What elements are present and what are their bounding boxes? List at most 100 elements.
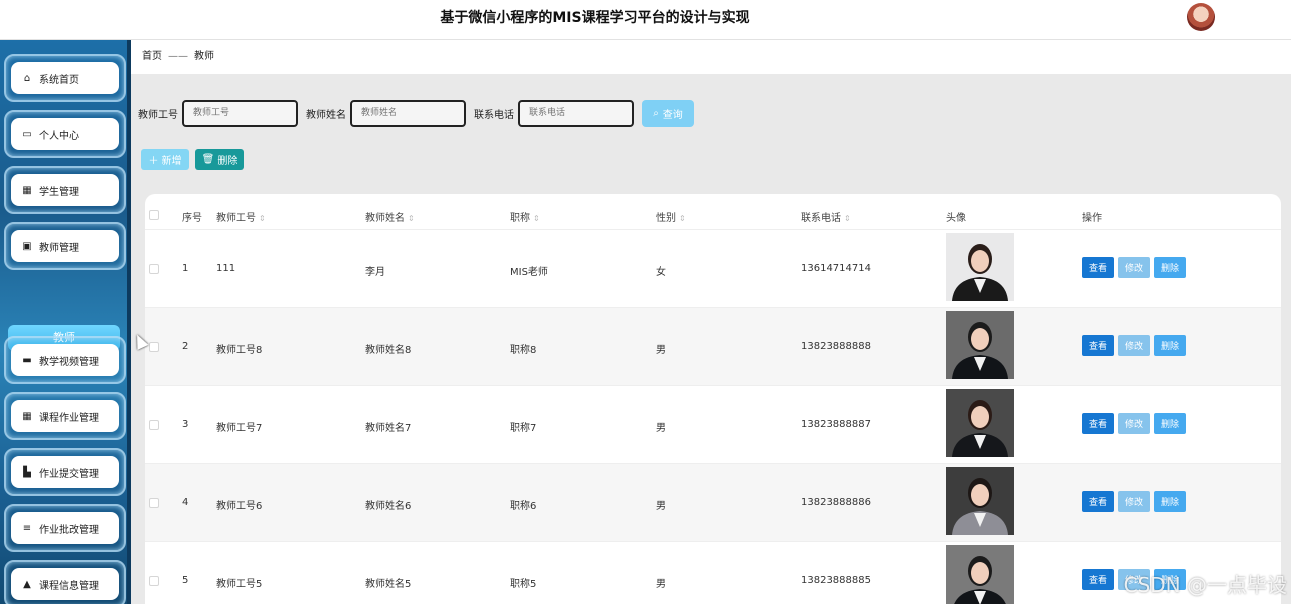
plus-icon: ＋	[148, 156, 159, 167]
sidebar-item-body: ▬ 教学视频管理	[11, 344, 119, 376]
col-title[interactable]: 职称 ⇕	[510, 209, 540, 224]
sidebar-item-8[interactable]: ≡ 作业批改管理	[4, 504, 126, 552]
sidebar-item-1[interactable]: ⌂ 系统首页	[4, 54, 126, 102]
id-card-icon: ▭	[22, 128, 32, 140]
delete-button[interactable]: 删除	[1154, 491, 1186, 512]
sort-icon: ⇕	[533, 214, 540, 223]
row-checkbox[interactable]	[149, 264, 159, 274]
row-checkbox[interactable]	[149, 342, 159, 352]
row-checkbox[interactable]	[149, 498, 159, 508]
sidebar-item-body: ▦ 学生管理	[11, 174, 119, 206]
edit-button[interactable]: 修改	[1118, 335, 1150, 356]
row-actions: 查看 修改 删除	[1082, 257, 1186, 278]
sidebar-item-body: ⌂ 系统首页	[11, 62, 119, 94]
select-all-checkbox[interactable]	[149, 210, 159, 220]
cell-teacher-name: 教师姓名6	[365, 501, 412, 512]
cell-phone: 13614714714	[801, 263, 871, 274]
view-button[interactable]: 查看	[1082, 257, 1114, 278]
breadcrumb-current: 教师	[194, 51, 214, 62]
monitor-icon: ▬	[22, 354, 32, 366]
sidebar-item-4[interactable]: ▣ 教师管理	[4, 222, 126, 270]
sidebar-item-6[interactable]: ▦ 课程作业管理	[4, 392, 126, 440]
teacher-table: 序号 教师工号 ⇕ 教师姓名 ⇕ 职称 ⇕ 性别 ⇕ 联系电话 ⇕ 头像 操作 1 111 李…	[145, 194, 1281, 604]
edit-button[interactable]: 修改	[1118, 257, 1150, 278]
sidebar-item-body: ▦ 课程作业管理	[11, 400, 119, 432]
home-icon: ⌂	[23, 72, 31, 84]
col-teacher-id[interactable]: 教师工号 ⇕	[216, 209, 266, 224]
grid-icon: ▦	[22, 410, 32, 422]
cell-title: 职称5	[510, 579, 537, 590]
view-button[interactable]: 查看	[1082, 335, 1114, 356]
col-title-label: 职称	[510, 213, 530, 224]
search-bar: 教师工号 教师姓名 联系电话 ⌕ 查询	[138, 99, 694, 127]
teacher-id-label: 教师工号	[138, 109, 178, 121]
breadcrumb: 首页 —— 教师	[131, 40, 1291, 74]
sidebar-item-body: ▲ 课程信息管理	[11, 568, 119, 600]
cell-teacher-id: 111	[216, 263, 236, 274]
cell-phone: 13823888885	[801, 575, 871, 586]
sidebar-item-5[interactable]: ▬ 教学视频管理	[4, 336, 126, 384]
teacher-id-input[interactable]	[182, 99, 298, 127]
sidebar-item-9[interactable]: ▲ 课程信息管理	[4, 560, 126, 604]
delete-button[interactable]: 删除	[1154, 335, 1186, 356]
sidebar-item-label: 个人中心	[39, 130, 79, 142]
cell-index: 4	[182, 497, 189, 508]
cell-teacher-id: 教师工号6	[216, 501, 263, 512]
phone-label: 联系电话	[474, 109, 514, 121]
breadcrumb-home[interactable]: 首页	[142, 51, 162, 62]
cell-gender: 男	[656, 423, 666, 434]
delete-button[interactable]: 删除	[1154, 413, 1186, 434]
row-actions: 查看 修改 删除	[1082, 491, 1186, 512]
sort-icon: ⇕	[259, 214, 266, 223]
cell-teacher-name: 教师姓名5	[365, 579, 412, 590]
sidebar-item-label: 作业批改管理	[39, 524, 99, 536]
cell-title: 职称7	[510, 423, 537, 434]
teacher-avatar-image	[946, 311, 1014, 379]
cell-title: 职称6	[510, 501, 537, 512]
cell-teacher-name: 李月	[365, 267, 385, 278]
cell-index: 3	[182, 419, 189, 430]
batch-delete-button[interactable]: 🗑 删除	[195, 149, 244, 170]
row-actions: 查看 修改 删除	[1082, 413, 1186, 434]
grid-icon: ▦	[22, 184, 32, 196]
avatar[interactable]	[1187, 3, 1215, 31]
cell-teacher-name: 教师姓名7	[365, 423, 412, 434]
table-row: 4 教师工号6 教师姓名6 职称6 男 13823888886 查看 修改 删除	[145, 464, 1281, 542]
cell-title: 职称8	[510, 345, 537, 356]
view-button[interactable]: 查看	[1082, 413, 1114, 434]
chart-icon: ▣	[22, 240, 32, 252]
sidebar-item-3[interactable]: ▦ 学生管理	[4, 166, 126, 214]
sidebar-item-2[interactable]: ▭ 个人中心	[4, 110, 126, 158]
sidebar-item-label: 课程信息管理	[39, 580, 99, 592]
cell-index: 5	[182, 575, 189, 586]
sort-icon: ⇕	[408, 214, 415, 223]
sidebar-item-body: ≡ 作业批改管理	[11, 512, 119, 544]
phone-input[interactable]	[518, 99, 634, 127]
col-index: 序号	[182, 213, 202, 224]
cell-teacher-id: 教师工号8	[216, 345, 263, 356]
add-button-label: 新增	[161, 156, 182, 167]
view-button[interactable]: 查看	[1082, 569, 1114, 590]
col-gender[interactable]: 性别 ⇕	[656, 209, 686, 224]
delete-button[interactable]: 删除	[1154, 257, 1186, 278]
edit-button[interactable]: 修改	[1118, 491, 1150, 512]
row-checkbox[interactable]	[149, 420, 159, 430]
user-icon: ▲	[23, 578, 31, 590]
teacher-name-input[interactable]	[350, 99, 466, 127]
search-button[interactable]: ⌕ 查询	[642, 99, 694, 127]
table-row: 1 111 李月 MIS老师女 13614714714 查看 修改 删除	[145, 230, 1281, 308]
cell-index: 2	[182, 341, 189, 352]
search-icon: ⌕	[653, 107, 659, 119]
table-row: 5 教师工号5 教师姓名5 职称5 男 13823888885 查看 修改 删除	[145, 542, 1281, 604]
col-phone-label: 联系电话	[801, 213, 841, 224]
view-button[interactable]: 查看	[1082, 491, 1114, 512]
add-button[interactable]: ＋新增	[141, 149, 189, 170]
edit-button[interactable]: 修改	[1118, 413, 1150, 434]
col-phone[interactable]: 联系电话 ⇕	[801, 209, 851, 224]
sidebar-item-7[interactable]: ▙ 作业提交管理	[4, 448, 126, 496]
person-photo-icon	[952, 244, 1008, 301]
col-teacher-name[interactable]: 教师姓名 ⇕	[365, 209, 415, 224]
row-checkbox[interactable]	[149, 576, 159, 586]
cell-phone: 13823888887	[801, 419, 871, 430]
teacher-name-label: 教师姓名	[306, 109, 346, 121]
